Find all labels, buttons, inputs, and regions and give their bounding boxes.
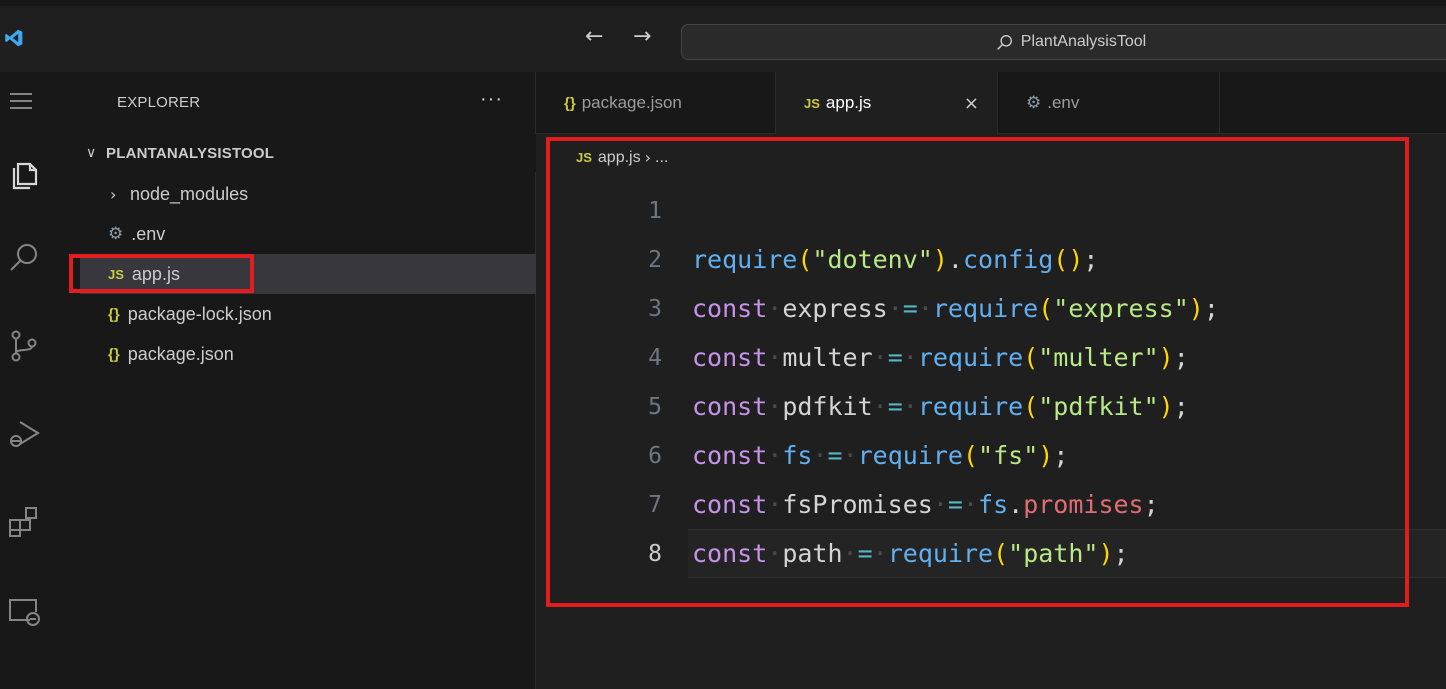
code-line[interactable]: 8 const·path·=·require("path"); (648, 529, 1446, 578)
close-icon[interactable]: × (964, 93, 979, 114)
code-text: const·path·=·require("path"); (692, 539, 1129, 568)
tree-item-label: .env (131, 223, 166, 244)
js-file-icon: JS (576, 150, 592, 165)
chevron-down-icon: ∨ (86, 145, 97, 161)
vscode-logo-icon[interactable] (4, 28, 24, 48)
top-strip (0, 0, 1446, 6)
line-number: 1 (648, 197, 662, 224)
tree-item-label: node_modules (130, 183, 249, 204)
code-line[interactable]: 2 require("dotenv").config(); (536, 235, 1446, 284)
menu-icon[interactable] (0, 76, 80, 128)
tree-item-package-json[interactable]: {} package.json (80, 334, 536, 374)
command-center-search[interactable]: PlantAnalysisTool (681, 24, 1446, 60)
tree-item-label: app.js (131, 263, 180, 284)
tab-app-js[interactable]: JS app.js × (776, 72, 998, 134)
forward-arrow-icon[interactable]: → (633, 26, 651, 48)
more-actions-icon[interactable]: ··· (480, 88, 503, 111)
code-text: const·fs·=·require("fs"); (692, 441, 1069, 470)
breadcrumb-file[interactable]: app.js (598, 149, 641, 167)
explorer-title: EXPLORER (117, 94, 201, 111)
code-line[interactable]: 7 const·fsPromises·=·fs.promises; (536, 480, 1446, 529)
gear-icon: ⚙ (108, 224, 124, 244)
js-file-icon: JS (108, 266, 124, 282)
command-center-label: PlantAnalysisTool (1020, 33, 1147, 50)
explorer-sidebar: EXPLORER ··· ∨ PLANTANALYSISTOOL › node_… (80, 72, 536, 689)
tree-item-label: package-lock.json (127, 303, 272, 324)
json-file-icon: {} (564, 94, 576, 112)
js-file-icon: JS (804, 95, 820, 111)
title-bar: ← → PlantAnalysisTool (0, 0, 1446, 72)
extensions-icon[interactable] (0, 496, 80, 548)
line-number: 6 (648, 442, 662, 469)
project-folder-header[interactable]: ∨ PLANTANALYSISTOOL (80, 134, 536, 172)
code-editor[interactable]: JS app.js › ... 1 2 require("dotenv").conf… (536, 134, 1446, 689)
tab-package-json[interactable]: {} package.json (536, 72, 776, 134)
code-text: const·pdfkit·=·require("pdfkit"); (692, 392, 1189, 421)
breadcrumb-separator: › (644, 148, 652, 167)
code-line[interactable]: 1 (536, 186, 1446, 235)
line-number: 7 (648, 491, 662, 518)
tab-label: package.json (581, 93, 682, 112)
code-text: const·multer·=·require("multer"); (692, 343, 1189, 372)
json-file-icon: {} (108, 305, 120, 323)
code-line[interactable]: 4 const·multer·=·require("multer"); (536, 333, 1446, 382)
tree-item-app-js[interactable]: JS app.js (80, 254, 536, 294)
tree-item-label: package.json (127, 343, 234, 364)
project-folder-name: PLANTANALYSISTOOL (106, 144, 275, 162)
remote-explorer-icon[interactable] (0, 584, 80, 636)
breadcrumb-rest[interactable]: ... (655, 149, 668, 167)
line-number: 8 (648, 540, 662, 567)
tab-label: app.js (825, 93, 872, 112)
tab-env[interactable]: ⚙ .env (998, 72, 1220, 134)
code-text: require("dotenv").config(); (692, 245, 1099, 274)
breadcrumb: JS app.js › ... (576, 148, 668, 167)
code-text: const·fsPromises·=·fs.promises; (692, 490, 1159, 519)
editor-tab-bar: {} package.json JS app.js × ⚙ .env (536, 72, 1446, 134)
json-file-icon: {} (108, 345, 120, 363)
line-number: 4 (648, 344, 662, 371)
run-debug-icon[interactable] (0, 408, 80, 460)
gear-icon: ⚙ (1026, 93, 1042, 113)
tree-item-package-lock-json[interactable]: {} package-lock.json (80, 294, 536, 334)
code-line[interactable]: 6 const·fs·=·require("fs"); (536, 431, 1446, 480)
vscode-window: ← → PlantAnalysisTool EXPLORER ··· ∨ PLA… (0, 0, 1446, 689)
source-control-icon[interactable] (0, 320, 80, 372)
tree-item-node-modules[interactable]: › node_modules (80, 174, 536, 214)
chevron-right-icon: › (110, 184, 117, 204)
activity-bar (0, 72, 80, 689)
tree-item-env[interactable]: ⚙ .env (80, 214, 536, 254)
tab-label: .env (1047, 93, 1080, 112)
back-arrow-icon[interactable]: ← (585, 26, 603, 48)
code-text: const·express·=·require("express"); (692, 294, 1219, 323)
code-line[interactable]: 3 const·express·=·require("express"); (536, 284, 1446, 333)
code-line[interactable]: 5 const·pdfkit·=·require("pdfkit"); (536, 382, 1446, 431)
search-icon (996, 34, 1012, 50)
line-number: 3 (648, 295, 662, 322)
line-number: 5 (648, 393, 662, 420)
line-number: 2 (648, 246, 662, 273)
search-activity-icon[interactable] (0, 232, 80, 284)
explorer-icon[interactable] (0, 148, 80, 200)
